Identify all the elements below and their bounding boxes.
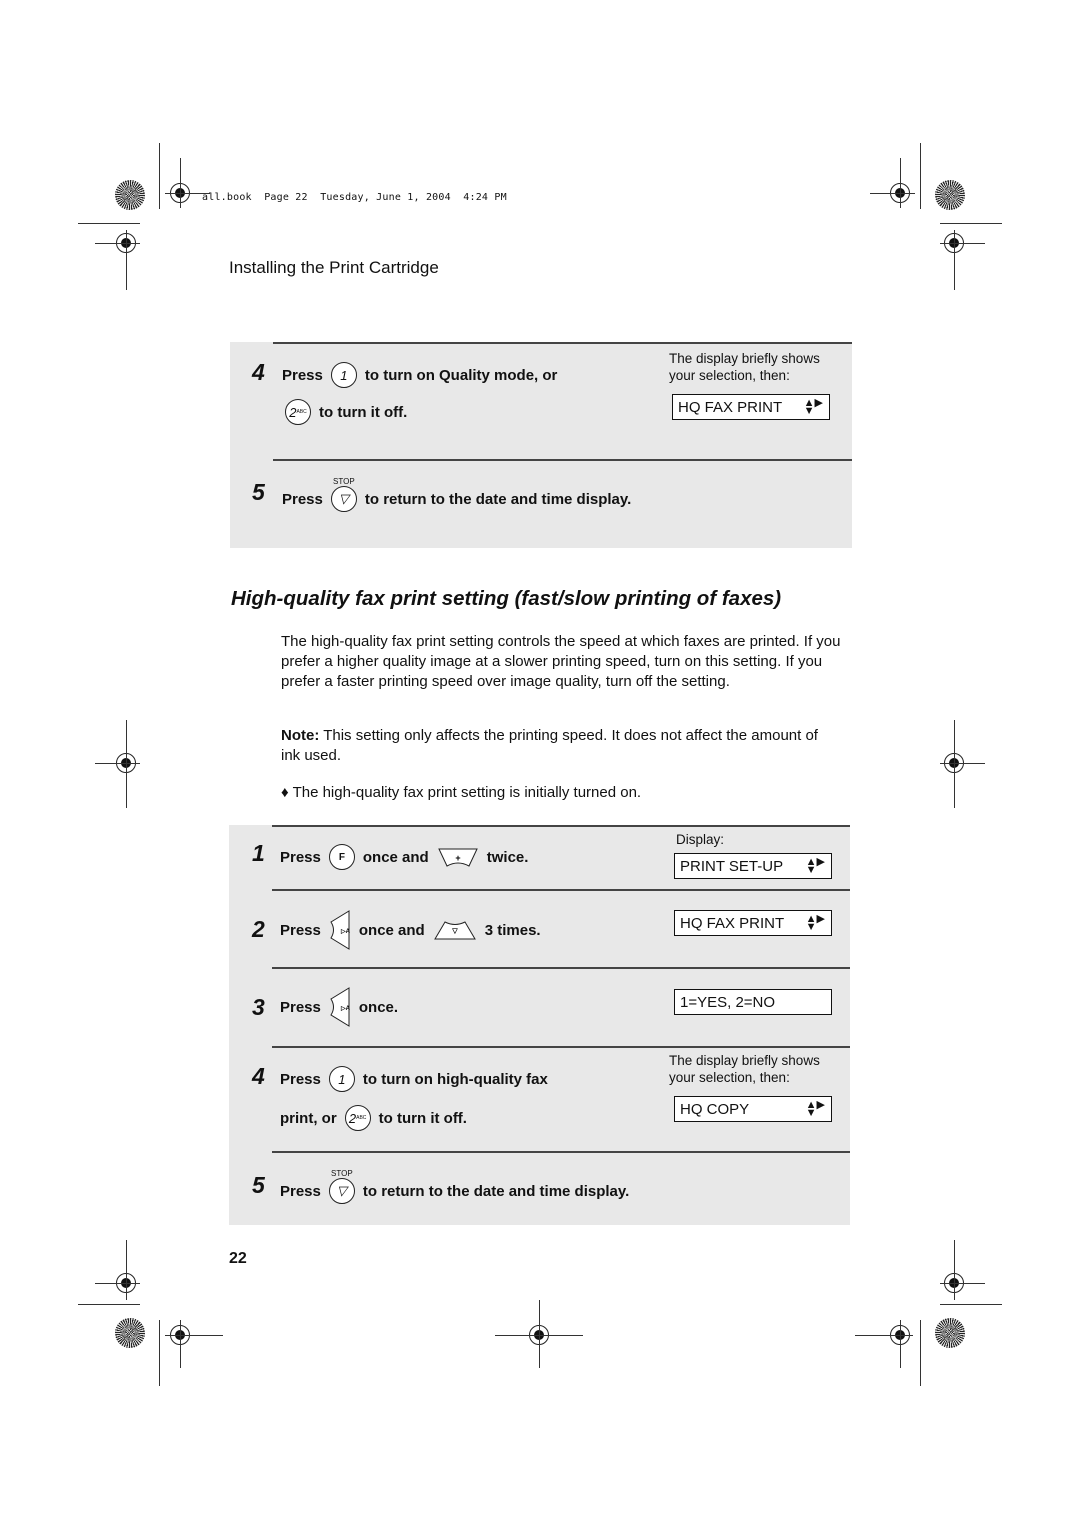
section-heading: High-quality fax print setting (fast/slo…: [231, 587, 782, 610]
press-label: Press: [280, 998, 321, 1016]
key-2-icon: 2 ABC: [285, 399, 311, 425]
volume-up-key-icon: +: [437, 848, 478, 867]
step-text: once and: [358, 921, 425, 939]
step-text: to turn it off.: [378, 1109, 467, 1127]
step-text: 3 times.: [484, 921, 541, 939]
step-text: to turn on Quality mode, or: [364, 366, 558, 384]
press-label: Press: [280, 848, 321, 866]
up-down-arrows-icon: ▲▶ ▼: [805, 1099, 825, 1119]
svg-text:+: +: [455, 853, 460, 863]
step-text: once.: [358, 998, 399, 1016]
step-number: 4: [252, 359, 265, 385]
step-4-line-1: Press 1 to turn on high-quality fax: [280, 1066, 548, 1092]
start-key-icon: ▷A: [330, 987, 351, 1027]
step-number: 5: [252, 1172, 265, 1198]
step-text: print, or: [280, 1109, 337, 1127]
press-label: Press: [280, 1183, 321, 1200]
up-down-arrows-icon: ▲▶ ▼: [805, 913, 825, 933]
bullet-item: ♦ The high-quality fax print setting is …: [281, 784, 642, 801]
up-down-arrows-icon: ▲▶ ▼: [805, 856, 825, 876]
step-number: 3: [252, 994, 265, 1020]
stop-key-icon: ▽: [328, 1178, 355, 1204]
starburst-mark: [115, 1318, 145, 1348]
key-1-icon: 1: [328, 1066, 355, 1092]
step-number: 2: [252, 916, 265, 942]
step-5: Press STOP ▽ to return to the date and ti…: [282, 477, 631, 512]
step-text: to return to the date and time display.: [362, 1183, 630, 1200]
step-text: to turn on high-quality fax: [362, 1070, 548, 1088]
step-number: 4: [252, 1063, 265, 1089]
starburst-mark: [115, 180, 145, 210]
stop-key-icon: ▽: [330, 486, 357, 512]
print-metadata: all.book Page 22 Tuesday, June 1, 2004 4…: [202, 192, 507, 203]
svg-text:▷A: ▷A: [340, 928, 351, 935]
stop-label: STOP: [331, 1169, 353, 1178]
up-down-arrows-icon: ▲▶ ▼: [803, 397, 823, 417]
function-key-icon: F: [328, 844, 355, 870]
step-1: Press F once and + twice.: [280, 844, 528, 870]
lcd-display: HQ COPY ▲▶ ▼: [674, 1096, 832, 1122]
svg-text:▷A: ▷A: [340, 1005, 351, 1012]
press-label: Press: [282, 491, 323, 508]
step-4-line-2: print, or 2 ABC to turn it off.: [280, 1105, 467, 1131]
volume-down-key-icon: ▽: [433, 921, 476, 940]
step-text: to return to the date and time display.: [364, 491, 632, 508]
svg-text:▽: ▽: [451, 928, 458, 935]
section-title: Installing the Print Cartridge: [229, 258, 439, 277]
lcd-display: 1=YES, 2=NO: [674, 989, 832, 1015]
step-text: twice.: [486, 848, 529, 866]
start-key-icon: ▷A: [330, 910, 351, 950]
step-2: Press ▷A once and ▽ 3 times.: [280, 910, 541, 950]
display-label: Display:: [676, 832, 725, 847]
lcd-display: HQ FAX PRINT ▲▶ ▼: [674, 910, 832, 936]
key-1-icon: 1: [330, 362, 357, 388]
key-2-icon: 2 ABC: [344, 1105, 371, 1131]
step-3: Press ▷A once.: [280, 987, 398, 1027]
press-label: Press: [282, 366, 323, 384]
step-number: 1: [252, 840, 265, 866]
step-text: once and: [362, 848, 429, 866]
note-paragraph: Note: This setting only affects the prin…: [281, 727, 818, 764]
step-4-line-2: 2 ABC to turn it off.: [285, 399, 407, 425]
body-paragraph: The high-quality fax print setting contr…: [281, 633, 841, 690]
page-number: 22: [229, 1250, 247, 1267]
display-note: The display briefly shows your selection…: [669, 351, 820, 383]
starburst-mark: [935, 180, 965, 210]
stop-label: STOP: [333, 477, 355, 486]
step-number: 5: [252, 479, 265, 505]
starburst-mark: [935, 1318, 965, 1348]
step-4-line-1: Press 1 to turn on Quality mode, or: [282, 362, 557, 388]
press-label: Press: [280, 1070, 321, 1088]
step-text: to turn it off.: [319, 403, 408, 421]
step-5: Press STOP ▽ to return to the date and ti…: [280, 1169, 629, 1204]
press-label: Press: [280, 921, 321, 939]
display-note: The display briefly shows your selection…: [669, 1053, 820, 1085]
lcd-display: HQ FAX PRINT ▲▶ ▼: [672, 394, 830, 420]
lcd-display: PRINT SET-UP ▲▶ ▼: [674, 853, 832, 879]
